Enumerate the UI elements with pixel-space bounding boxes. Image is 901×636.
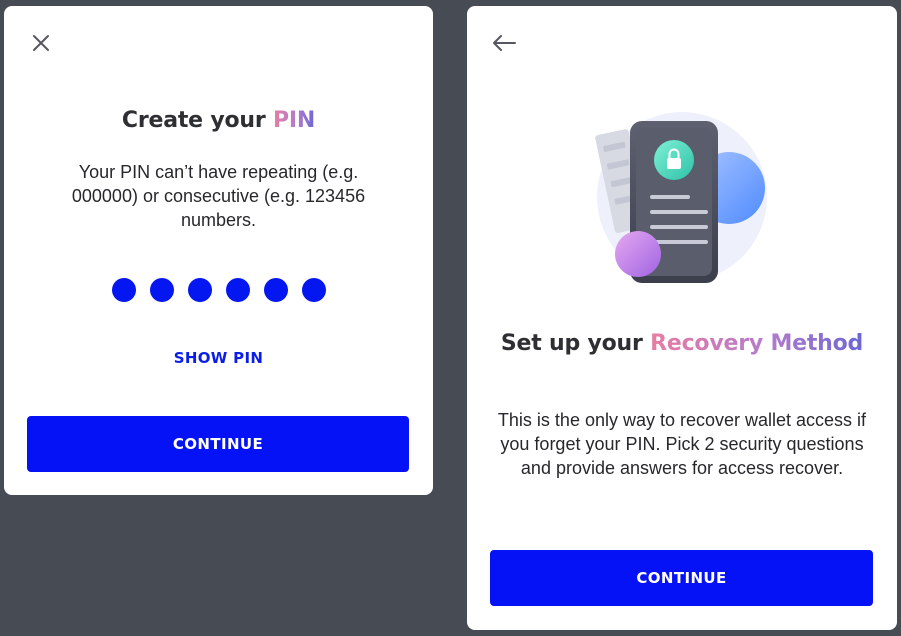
close-icon <box>33 35 49 51</box>
page-title: Set up your Recovery Method <box>467 331 897 356</box>
pin-dot <box>149 278 174 302</box>
title-highlight: PIN <box>272 108 316 133</box>
pin-dot <box>111 278 136 302</box>
pin-input[interactable] <box>4 278 433 302</box>
title-prefix: Set up your <box>500 331 643 356</box>
continue-button[interactable]: CONTINUE <box>490 550 873 606</box>
create-pin-dialog: Create your PIN Your PIN can’t have repe… <box>4 6 433 495</box>
pin-dot <box>187 278 212 302</box>
continue-button[interactable]: CONTINUE <box>27 416 409 472</box>
arrow-left-icon <box>493 35 516 51</box>
close-button[interactable] <box>27 29 55 57</box>
show-pin-button[interactable]: SHOW PIN <box>4 349 433 367</box>
page-title: Create your PIN <box>4 108 433 133</box>
phone-lock-illustration <box>595 112 767 283</box>
pin-dot <box>263 278 288 302</box>
pin-rules-text: Your PIN can’t have repeating (e.g. 0000… <box>71 162 366 230</box>
back-button[interactable] <box>490 29 518 57</box>
pin-dot <box>225 278 250 302</box>
title-prefix: Create your <box>121 108 266 133</box>
recovery-description: This is the only way to recover wallet a… <box>497 410 867 478</box>
title-highlight: Recovery Method <box>650 331 864 356</box>
recovery-method-dialog: Set up your Recovery Method This is the … <box>467 6 897 630</box>
pin-dot <box>301 278 326 302</box>
